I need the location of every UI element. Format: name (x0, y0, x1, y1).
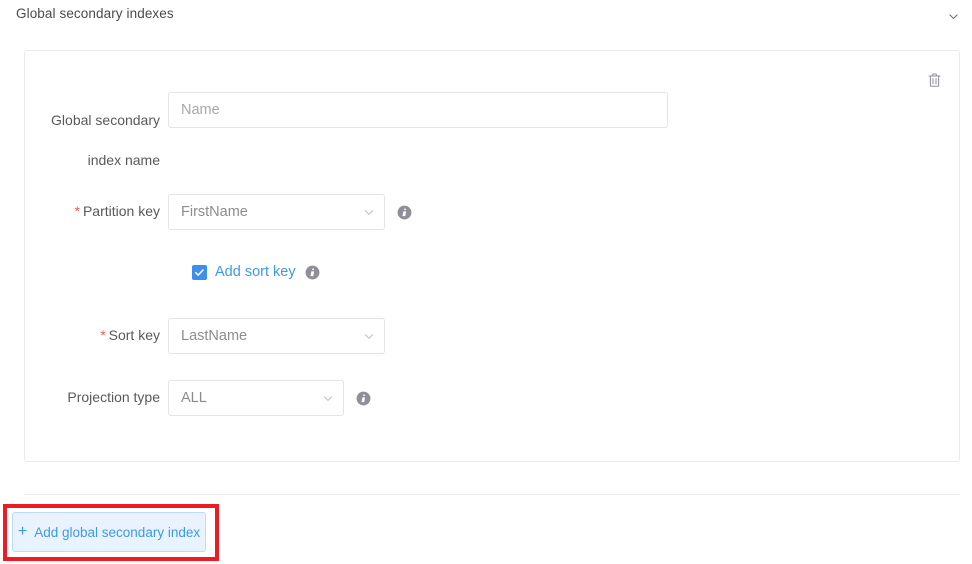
form-row-partition-key: * Partition key FirstName (0, 194, 412, 230)
projection-type-label: Projection type (67, 389, 160, 405)
partition-key-field-wrap: FirstName (168, 194, 412, 230)
partition-key-label-text: Partition key (82, 203, 160, 219)
add-global-secondary-index-label: Add global secondary index (34, 524, 201, 540)
info-icon[interactable] (397, 205, 412, 220)
partition-key-value: FirstName (181, 204, 248, 220)
form-row-index-name: Global secondary index name Name (0, 92, 668, 180)
sort-key-label: * Sort key (0, 318, 160, 345)
form-row-sort-key: * Sort key LastName (0, 318, 385, 354)
index-name-input[interactable]: Name (168, 92, 668, 128)
add-sort-key-checkbox[interactable] (192, 264, 207, 280)
section-header: Global secondary indexes (0, 0, 972, 29)
checkmark-icon (195, 268, 204, 276)
add-sort-key-label[interactable]: Add sort key (215, 264, 296, 280)
add-global-secondary-index-button[interactable]: + Add global secondary index (12, 512, 206, 552)
projection-type-select[interactable]: ALL (168, 380, 344, 416)
info-icon[interactable] (356, 391, 371, 406)
index-name-label: Global secondary index name (51, 112, 160, 168)
chevron-down-icon (364, 334, 374, 339)
partition-key-label: * Partition key (0, 194, 161, 221)
chevron-down-icon (364, 210, 374, 215)
form-row-projection-type: Projection type ALL (0, 380, 371, 416)
page-title: Global secondary indexes (16, 6, 174, 21)
sort-key-select[interactable]: LastName (168, 318, 385, 354)
trash-icon (928, 73, 940, 87)
chevron-down-icon (948, 13, 958, 19)
projection-type-field-wrap: ALL (168, 380, 371, 416)
add-sort-key-row: Add sort key (192, 264, 320, 280)
chevron-down-icon (323, 396, 333, 401)
partition-key-select[interactable]: FirstName (168, 194, 385, 230)
sort-key-field-wrap: LastName (168, 318, 385, 354)
required-marker-partition-key: * (74, 203, 80, 219)
sort-key-value: LastName (181, 328, 248, 344)
index-name-field-wrap: Name (168, 92, 668, 128)
plus-icon: + (17, 523, 28, 540)
required-marker-sort-key: * (100, 327, 106, 343)
footer-divider (24, 494, 960, 495)
section-collapse-toggle[interactable] (942, 5, 964, 27)
info-icon[interactable] (305, 265, 320, 280)
projection-type-value: ALL (181, 390, 207, 406)
delete-index-button[interactable] (923, 69, 945, 91)
sort-key-label-text: Sort key (108, 327, 160, 343)
